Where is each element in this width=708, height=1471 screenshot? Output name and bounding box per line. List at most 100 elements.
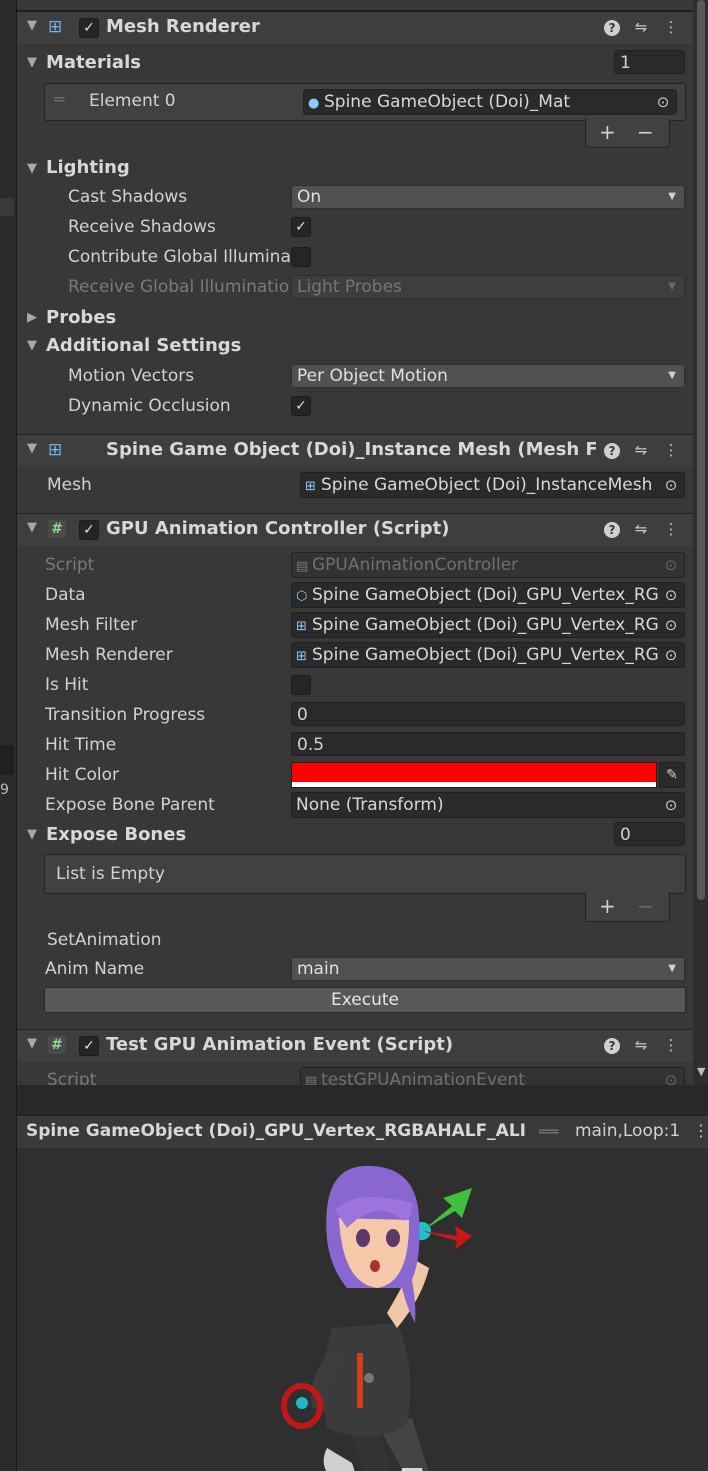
script-file-icon: ▤ [296, 559, 309, 574]
help-icon[interactable]: ? [603, 520, 621, 538]
preset-settings-icon[interactable]: ⇋ [632, 520, 650, 538]
script-label: Script [45, 555, 95, 575]
materials-list-footer: + − [585, 118, 670, 148]
scrollbar-thumb[interactable] [697, 0, 705, 900]
data-asset-icon: ⬡ [296, 589, 308, 604]
mesh-filter-icon: ⊞ [48, 440, 63, 460]
object-picker-icon[interactable]: ⊙ [662, 473, 680, 497]
remove-element-icon: − [637, 894, 654, 918]
mesh-renderer-object-field[interactable]: ⊞ Spine GameObject (Doi)_GPU_Vertex_RG ⊙ [291, 642, 685, 668]
is-hit-checkbox[interactable] [291, 675, 311, 695]
additional-settings-label[interactable]: Additional Settings [46, 335, 241, 356]
preview-header[interactable]: Spine GameObject (Doi)_GPU_Vertex_RGBAHA… [17, 1115, 708, 1149]
add-element-icon[interactable]: + [599, 120, 616, 144]
fold-arrow-icon[interactable]: ▼ [27, 1036, 37, 1051]
material-sphere-icon: ● [308, 96, 320, 111]
drag-handle-icon[interactable]: ═ [54, 90, 64, 110]
materials-count-field[interactable]: 1 [614, 50, 685, 74]
materials-label: Materials [46, 52, 141, 73]
mesh-object-field[interactable]: ⊞ Spine GameObject (Doi)_InstanceMesh ⊙ [300, 472, 685, 498]
receive-shadows-checkbox[interactable]: ✓ [291, 217, 311, 237]
contribute-gi-checkbox[interactable] [291, 247, 311, 267]
remove-element-icon[interactable]: − [637, 120, 654, 144]
probes-fold-icon[interactable]: ▶ [27, 310, 37, 325]
component-title: Mesh Renderer [106, 16, 260, 37]
component-title: GPU Animation Controller (Script) [106, 518, 450, 539]
help-icon[interactable]: ? [603, 18, 621, 36]
preview-viewport[interactable] [17, 1148, 708, 1471]
help-icon[interactable]: ? [603, 441, 621, 459]
script-object-field: ▤ GPUAnimationController ⊙ [291, 552, 685, 578]
more-menu-icon[interactable]: ⋮ [693, 1121, 708, 1140]
fold-arrow-icon[interactable]: ▼ [27, 441, 37, 456]
mesh-label: Mesh [47, 475, 92, 495]
lighting-fold-icon[interactable]: ▼ [27, 161, 37, 176]
scroll-down-arrow-icon[interactable]: ▼ [697, 1065, 705, 1078]
probes-label[interactable]: Probes [46, 307, 116, 328]
more-menu-icon[interactable]: ⋮ [662, 18, 680, 36]
hit-color-field[interactable] [291, 762, 657, 788]
anim-name-dropdown[interactable]: main ▼ [291, 957, 685, 981]
chevron-down-icon: ▼ [668, 191, 676, 202]
preset-settings-icon[interactable]: ⇋ [632, 1036, 650, 1054]
additional-settings-fold-icon[interactable]: ▼ [27, 338, 37, 353]
expose-bone-parent-field[interactable]: None (Transform) ⊙ [291, 792, 685, 818]
add-element-icon[interactable]: + [599, 894, 616, 918]
mesh-filter-object-field[interactable]: ⊞ Spine GameObject (Doi)_GPU_Vertex_RG ⊙ [291, 612, 685, 638]
dynamic-occlusion-checkbox[interactable]: ✓ [291, 396, 311, 416]
mesh-renderer-icon: ⊞ [48, 17, 63, 37]
fold-arrow-icon[interactable]: ▼ [27, 520, 37, 535]
anim-name-label: Anim Name [45, 959, 145, 979]
left-panel-strip: 9 [0, 0, 17, 1471]
chevron-down-icon: ▼ [668, 963, 676, 974]
transition-progress-label: Transition Progress [45, 705, 206, 725]
materials-fold-icon[interactable]: ▼ [27, 55, 37, 70]
mesh-filter-header[interactable]: ▼ ⊞ Spine Game Object (Doi)_Instance Mes… [17, 434, 693, 467]
object-picker-icon[interactable]: ⊙ [662, 793, 680, 817]
expose-bone-parent-label: Expose Bone Parent [45, 795, 215, 815]
expose-bone-parent-value: None (Transform) [296, 795, 444, 815]
motion-vectors-value: Per Object Motion [297, 366, 448, 386]
object-picker-icon[interactable]: ⊙ [662, 583, 680, 607]
cast-shadows-dropdown[interactable]: On ▼ [291, 185, 685, 209]
mesh-renderer-header[interactable]: ▼ ⊞ ✓ Mesh Renderer ? ⇋ ⋮ [17, 11, 693, 44]
execute-button[interactable]: Execute [44, 987, 686, 1013]
preset-settings-icon[interactable]: ⇋ [632, 18, 650, 36]
transition-progress-field[interactable]: 0 [291, 702, 685, 726]
help-icon[interactable]: ? [603, 1036, 621, 1054]
dynamic-occlusion-label: Dynamic Occlusion [68, 396, 231, 416]
preview-title: Spine GameObject (Doi)_GPU_Vertex_RGBAHA… [26, 1121, 526, 1141]
fold-arrow-icon[interactable]: ▼ [27, 18, 37, 33]
receive-shadows-label: Receive Shadows [68, 217, 216, 237]
mesh-renderer-enabled-checkbox[interactable]: ✓ [79, 18, 99, 38]
object-picker-icon[interactable]: ⊙ [662, 613, 680, 637]
data-object-field[interactable]: ⬡ Spine GameObject (Doi)_GPU_Vertex_RG ⊙ [291, 582, 685, 608]
preview-status: main,Loop:1 [575, 1121, 681, 1141]
hit-time-field[interactable]: 0.5 [291, 732, 685, 756]
mesh-renderer-label: Mesh Renderer [45, 645, 173, 665]
more-menu-icon[interactable]: ⋮ [662, 441, 680, 459]
gpu-controller-enabled-checkbox[interactable]: ✓ [79, 520, 99, 540]
mesh-icon: ⊞ [305, 479, 316, 494]
receive-gi-label: Receive Global Illuminatio [68, 277, 290, 297]
more-menu-icon[interactable]: ⋮ [662, 520, 680, 538]
mesh-renderer-icon: ⊞ [296, 649, 307, 664]
test-event-enabled-checkbox[interactable]: ✓ [79, 1036, 99, 1056]
gpu-controller-header[interactable]: ▼ # ✓ GPU Animation Controller (Script) … [17, 513, 693, 546]
test-event-header[interactable]: ▼ # ✓ Test GPU Animation Event (Script) … [17, 1029, 693, 1062]
object-picker-icon: ⊙ [662, 553, 680, 577]
material-object-field[interactable]: ● Spine GameObject (Doi)_Mat ⊙ [303, 89, 677, 115]
object-picker-icon[interactable]: ⊙ [654, 90, 672, 114]
motion-vectors-dropdown[interactable]: Per Object Motion ▼ [291, 364, 685, 388]
expose-bones-count-field[interactable]: 0 [614, 822, 685, 846]
eyedropper-icon[interactable]: ✎ [659, 762, 685, 788]
more-menu-icon[interactable]: ⋮ [662, 1036, 680, 1054]
script-object-field: ▤ testGPUAnimationEvent ⊙ [300, 1067, 685, 1085]
cast-shadows-label: Cast Shadows [68, 187, 188, 207]
object-picker-icon[interactable]: ⊙ [662, 643, 680, 667]
script-file-icon: ▤ [305, 1074, 318, 1085]
chevron-down-icon: ▼ [668, 281, 676, 292]
preset-settings-icon[interactable]: ⇋ [632, 441, 650, 459]
expose-bones-label: Expose Bones [46, 824, 187, 845]
expose-bones-fold-icon[interactable]: ▼ [27, 827, 37, 842]
